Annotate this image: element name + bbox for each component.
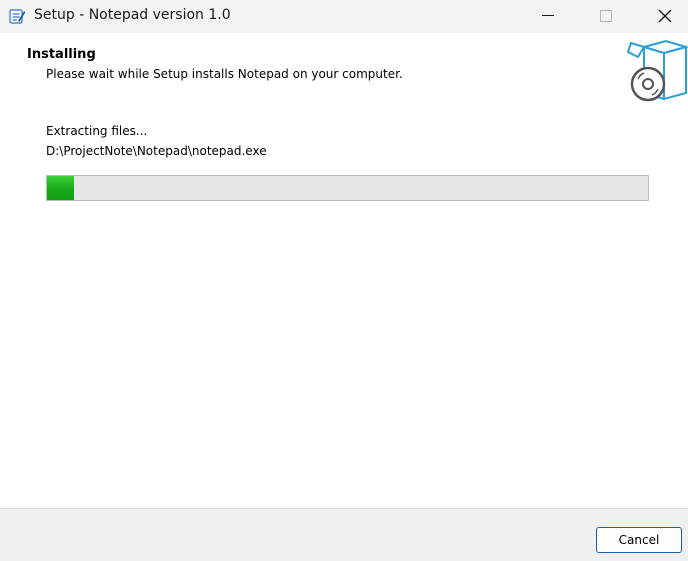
minimize-icon xyxy=(542,15,554,16)
cancel-button[interactable]: Cancel xyxy=(596,527,682,553)
minimize-button[interactable] xyxy=(525,0,571,33)
page-title: Installing xyxy=(27,47,96,62)
install-box-disc-icon xyxy=(626,39,688,102)
page-subtitle: Please wait while Setup installs Notepad… xyxy=(46,67,403,81)
wizard-footer: Cancel xyxy=(0,508,688,561)
close-icon xyxy=(658,9,672,23)
status-text: Extracting files... xyxy=(46,124,148,138)
progress-bar xyxy=(46,175,649,201)
notepad-icon xyxy=(9,9,26,24)
maximize-button[interactable] xyxy=(583,0,629,33)
title-bar: Setup - Notepad version 1.0 xyxy=(0,0,688,33)
current-file-path: D:\ProjectNote\Notepad\notepad.exe xyxy=(46,144,267,158)
progress-fill xyxy=(47,176,75,200)
wizard-header: Installing Please wait while Setup insta… xyxy=(0,33,688,105)
window-title: Setup - Notepad version 1.0 xyxy=(34,7,231,23)
maximize-icon xyxy=(600,10,612,22)
close-button[interactable] xyxy=(642,0,688,33)
